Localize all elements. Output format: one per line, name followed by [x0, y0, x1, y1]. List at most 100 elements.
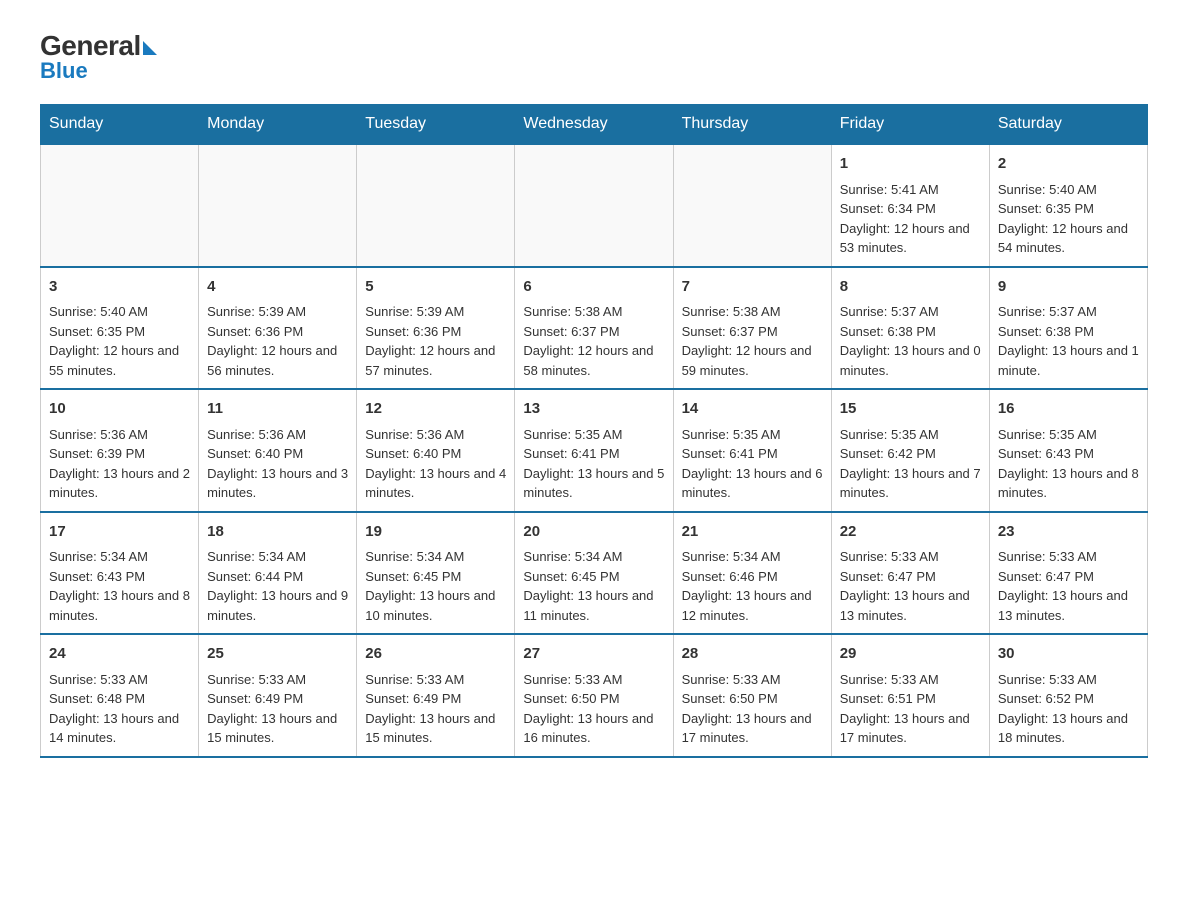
weekday-header-thursday: Thursday [673, 105, 831, 145]
day-info: Sunrise: 5:33 AMSunset: 6:50 PMDaylight:… [523, 670, 664, 748]
week-row-1: 1 Sunrise: 5:41 AMSunset: 6:34 PMDaylight… [41, 144, 1148, 267]
calendar-cell: 19Sunrise: 5:34 AMSunset: 6:45 PMDayligh… [357, 512, 515, 635]
day-number: 24 [49, 643, 190, 666]
day-info: Sunrise: 5:40 AMSunset: 6:35 PMDaylight:… [998, 180, 1139, 258]
calendar-cell [41, 144, 199, 267]
weekday-header-tuesday: Tuesday [357, 105, 515, 145]
day-number: 6 [523, 276, 664, 299]
calendar-cell: 8 Sunrise: 5:37 AMSunset: 6:38 PMDaylight… [831, 267, 989, 390]
day-info: Sunrise: 5:39 AMSunset: 6:36 PMDaylight:… [365, 302, 506, 380]
day-info: Sunrise: 5:34 AMSunset: 6:45 PMDaylight:… [365, 547, 506, 625]
calendar-cell: 21 Sunrise: 5:34 AMSunset: 6:46 PMDayligh… [673, 512, 831, 635]
calendar-cell: 20 Sunrise: 5:34 AMSunset: 6:45 PMDayligh… [515, 512, 673, 635]
calendar-cell: 17 Sunrise: 5:34 AMSunset: 6:43 PMDayligh… [41, 512, 199, 635]
day-number: 1 [840, 153, 981, 176]
calendar-cell: 29 Sunrise: 5:33 AMSunset: 6:51 PMDayligh… [831, 634, 989, 757]
calendar-cell [515, 144, 673, 267]
weekday-header-wednesday: Wednesday [515, 105, 673, 145]
calendar-cell: 3 Sunrise: 5:40 AMSunset: 6:35 PMDaylight… [41, 267, 199, 390]
calendar-cell: 15Sunrise: 5:35 AMSunset: 6:42 PMDayligh… [831, 389, 989, 512]
calendar-cell [673, 144, 831, 267]
day-number: 12 [365, 398, 506, 421]
calendar-cell: 27 Sunrise: 5:33 AMSunset: 6:50 PMDayligh… [515, 634, 673, 757]
day-number: 10 [49, 398, 190, 421]
calendar-cell: 14 Sunrise: 5:35 AMSunset: 6:41 PMDayligh… [673, 389, 831, 512]
calendar-cell: 7 Sunrise: 5:38 AMSunset: 6:37 PMDaylight… [673, 267, 831, 390]
day-number: 4 [207, 276, 348, 299]
day-info: Sunrise: 5:33 AMSunset: 6:49 PMDaylight:… [365, 670, 506, 748]
day-info: Sunrise: 5:40 AMSunset: 6:35 PMDaylight:… [49, 302, 190, 380]
day-info: Sunrise: 5:39 AMSunset: 6:36 PMDaylight:… [207, 302, 348, 380]
day-number: 21 [682, 521, 823, 544]
day-number: 9 [998, 276, 1139, 299]
day-info: Sunrise: 5:33 AMSunset: 6:51 PMDaylight:… [840, 670, 981, 748]
day-info: Sunrise: 5:37 AMSunset: 6:38 PMDaylight:… [998, 302, 1139, 380]
day-info: Sunrise: 5:34 AMSunset: 6:46 PMDaylight:… [682, 547, 823, 625]
calendar-cell [199, 144, 357, 267]
calendar-cell: 9 Sunrise: 5:37 AMSunset: 6:38 PMDaylight… [989, 267, 1147, 390]
day-number: 7 [682, 276, 823, 299]
day-info: Sunrise: 5:34 AMSunset: 6:44 PMDaylight:… [207, 547, 348, 625]
day-number: 17 [49, 521, 190, 544]
calendar-cell: 4 Sunrise: 5:39 AMSunset: 6:36 PMDaylight… [199, 267, 357, 390]
day-info: Sunrise: 5:36 AMSunset: 6:40 PMDaylight:… [365, 425, 506, 503]
calendar-cell: 6 Sunrise: 5:38 AMSunset: 6:37 PMDaylight… [515, 267, 673, 390]
day-info: Sunrise: 5:34 AMSunset: 6:43 PMDaylight:… [49, 547, 190, 625]
weekday-header-sunday: Sunday [41, 105, 199, 145]
calendar-cell: 11Sunrise: 5:36 AMSunset: 6:40 PMDayligh… [199, 389, 357, 512]
calendar-cell: 5 Sunrise: 5:39 AMSunset: 6:36 PMDaylight… [357, 267, 515, 390]
page-header: General Blue [40, 30, 1148, 84]
day-info: Sunrise: 5:37 AMSunset: 6:38 PMDaylight:… [840, 302, 981, 380]
calendar-cell: 10 Sunrise: 5:36 AMSunset: 6:39 PMDayligh… [41, 389, 199, 512]
week-row-4: 17 Sunrise: 5:34 AMSunset: 6:43 PMDayligh… [41, 512, 1148, 635]
calendar-cell: 30 Sunrise: 5:33 AMSunset: 6:52 PMDayligh… [989, 634, 1147, 757]
day-info: Sunrise: 5:36 AMSunset: 6:40 PMDaylight:… [207, 425, 348, 503]
day-info: Sunrise: 5:35 AMSunset: 6:42 PMDaylight:… [840, 425, 981, 503]
day-info: Sunrise: 5:41 AMSunset: 6:34 PMDaylight:… [840, 180, 981, 258]
day-number: 20 [523, 521, 664, 544]
day-info: Sunrise: 5:36 AMSunset: 6:39 PMDaylight:… [49, 425, 190, 503]
day-info: Sunrise: 5:35 AMSunset: 6:41 PMDaylight:… [682, 425, 823, 503]
day-number: 16 [998, 398, 1139, 421]
calendar-cell: 28Sunrise: 5:33 AMSunset: 6:50 PMDayligh… [673, 634, 831, 757]
day-number: 13 [523, 398, 664, 421]
calendar-cell: 12 Sunrise: 5:36 AMSunset: 6:40 PMDayligh… [357, 389, 515, 512]
day-info: Sunrise: 5:33 AMSunset: 6:47 PMDaylight:… [998, 547, 1139, 625]
day-info: Sunrise: 5:38 AMSunset: 6:37 PMDaylight:… [682, 302, 823, 380]
day-number: 14 [682, 398, 823, 421]
calendar-cell: 23Sunrise: 5:33 AMSunset: 6:47 PMDayligh… [989, 512, 1147, 635]
day-number: 28 [682, 643, 823, 666]
calendar-cell: 16 Sunrise: 5:35 AMSunset: 6:43 PMDayligh… [989, 389, 1147, 512]
day-info: Sunrise: 5:33 AMSunset: 6:52 PMDaylight:… [998, 670, 1139, 748]
calendar-cell: 22 Sunrise: 5:33 AMSunset: 6:47 PMDayligh… [831, 512, 989, 635]
day-info: Sunrise: 5:34 AMSunset: 6:45 PMDaylight:… [523, 547, 664, 625]
day-number: 30 [998, 643, 1139, 666]
week-row-2: 3 Sunrise: 5:40 AMSunset: 6:35 PMDaylight… [41, 267, 1148, 390]
day-number: 5 [365, 276, 506, 299]
day-number: 26 [365, 643, 506, 666]
week-row-3: 10 Sunrise: 5:36 AMSunset: 6:39 PMDayligh… [41, 389, 1148, 512]
day-info: Sunrise: 5:33 AMSunset: 6:47 PMDaylight:… [840, 547, 981, 625]
day-number: 2 [998, 153, 1139, 176]
day-info: Sunrise: 5:35 AMSunset: 6:41 PMDaylight:… [523, 425, 664, 503]
day-info: Sunrise: 5:35 AMSunset: 6:43 PMDaylight:… [998, 425, 1139, 503]
day-number: 3 [49, 276, 190, 299]
calendar-cell: 13 Sunrise: 5:35 AMSunset: 6:41 PMDayligh… [515, 389, 673, 512]
day-info: Sunrise: 5:38 AMSunset: 6:37 PMDaylight:… [523, 302, 664, 380]
calendar-cell [357, 144, 515, 267]
calendar-cell: 2 Sunrise: 5:40 AMSunset: 6:35 PMDaylight… [989, 144, 1147, 267]
day-number: 22 [840, 521, 981, 544]
logo: General Blue [40, 30, 157, 84]
day-info: Sunrise: 5:33 AMSunset: 6:49 PMDaylight:… [207, 670, 348, 748]
logo-blue-text: Blue [40, 58, 88, 84]
logo-triangle-icon [143, 41, 157, 55]
weekday-header-saturday: Saturday [989, 105, 1147, 145]
day-number: 8 [840, 276, 981, 299]
calendar-cell: 1 Sunrise: 5:41 AMSunset: 6:34 PMDaylight… [831, 144, 989, 267]
day-number: 27 [523, 643, 664, 666]
weekday-header-friday: Friday [831, 105, 989, 145]
weekday-header-monday: Monday [199, 105, 357, 145]
day-number: 25 [207, 643, 348, 666]
day-number: 29 [840, 643, 981, 666]
calendar-cell: 24Sunrise: 5:33 AMSunset: 6:48 PMDayligh… [41, 634, 199, 757]
